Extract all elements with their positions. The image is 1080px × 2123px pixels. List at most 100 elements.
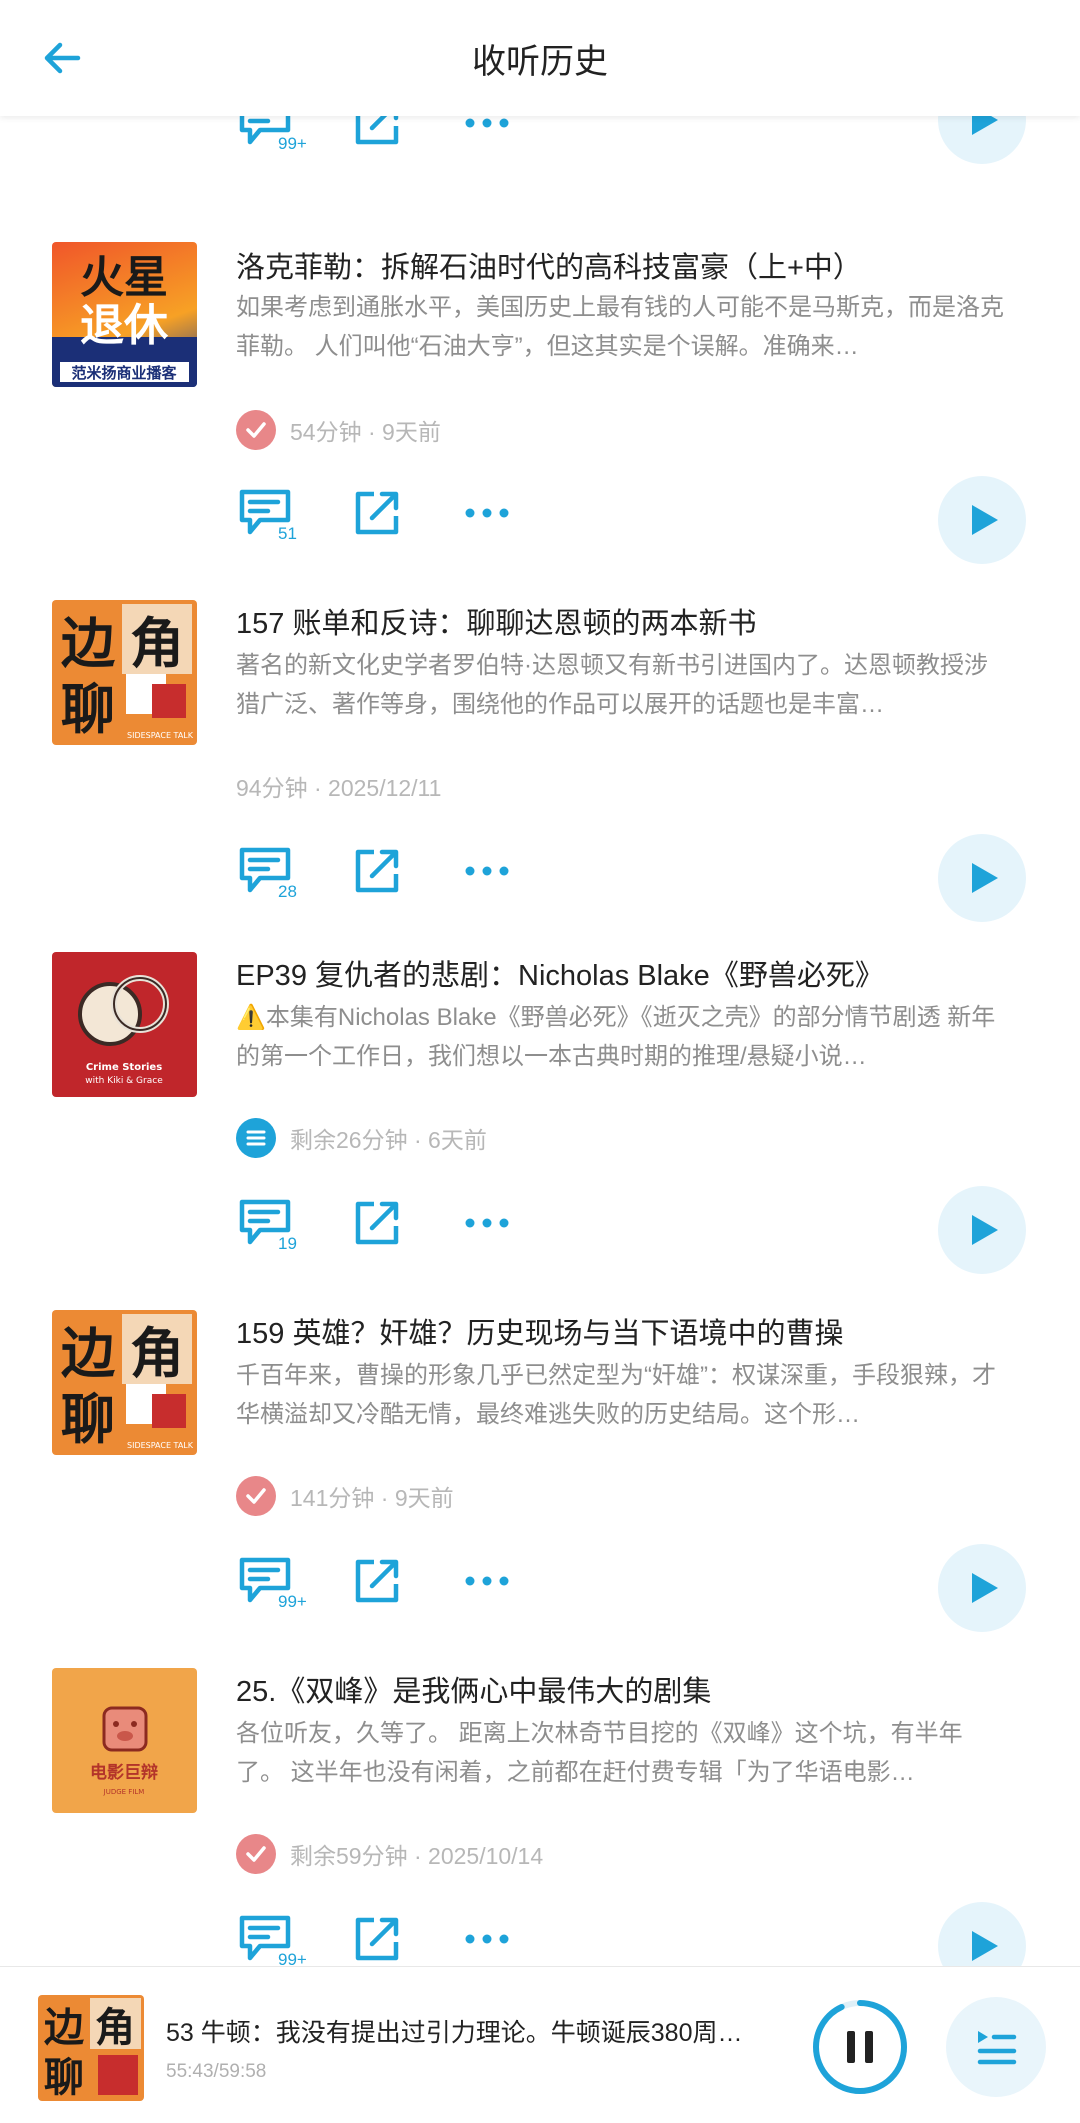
episode-title[interactable]: 洛克菲勒：拆解石油时代的高科技富豪（上+中）: [236, 244, 1036, 286]
episode-actions: 99+: [236, 1544, 1036, 1634]
comment-button[interactable]: 99+: [236, 116, 316, 166]
cover-tag: SIDESPACE TALK: [127, 1441, 194, 1450]
cover-line2: 退休: [80, 300, 169, 351]
more-icon[interactable]: [464, 1926, 510, 1952]
episode-actions: 28: [236, 834, 1036, 924]
played-check-icon: [236, 1834, 276, 1874]
episode-actions: 51: [236, 476, 1036, 566]
cover-line2: JUDGE FILM: [103, 1788, 145, 1796]
play-icon: [972, 505, 998, 535]
episode-cover: 电影巨辩 JUDGE FILM: [52, 1668, 197, 1813]
episode-description: ⚠️本集有Nicholas Blake《野兽必死》《逝灭之壳》的部分情节剧透 新…: [236, 1004, 996, 1070]
share-icon[interactable]: [352, 488, 402, 538]
more-icon[interactable]: [464, 500, 510, 526]
play-icon: [972, 863, 998, 893]
played-check-icon: [236, 1476, 276, 1516]
comment-count: 99+: [278, 1950, 307, 1966]
cover-line1: 火星: [80, 252, 168, 303]
episode-cover: 边 角 聊 SIDESPACE TALK: [52, 1310, 197, 1455]
episode-duration-date: 94分钟 · 2025/12/11: [236, 775, 442, 801]
comment-button[interactable]: 99+: [236, 1912, 316, 1966]
episode-title[interactable]: EP39 复仇者的悲剧：Nicholas Blake《野兽必死》: [236, 952, 1036, 994]
episode-cover: 火星 退休 范米扬商业播客: [52, 242, 197, 387]
mini-player[interactable]: 边 角 聊 53 牛顿：我没有提出过引力理论。牛顿诞辰380周… 55:43/5…: [0, 1966, 1080, 2123]
comment-count: 99+: [278, 1592, 307, 1611]
play-icon: [972, 1215, 998, 1245]
comment-count: 99+: [278, 134, 307, 153]
episode-meta: 54分钟 · 9天前: [236, 410, 441, 450]
episode-duration-date: 剩余59分钟 · 2025/10/14: [290, 1843, 544, 1869]
episode-title[interactable]: 157 账单和反诗：聊聊达恩顿的两本新书: [236, 600, 1036, 642]
share-icon[interactable]: [352, 846, 402, 896]
episode-meta: 剩余59分钟 · 2025/10/14: [236, 1834, 543, 1874]
play-button[interactable]: [938, 1902, 1026, 1966]
history-list[interactable]: 99+ 火星 退休 范米扬商业播客 洛克菲勒：拆解石油时代的高科技富豪（上+中）…: [0, 116, 1080, 1966]
now-playing-title[interactable]: 53 牛顿：我没有提出过引力理论。牛顿诞辰380周…: [166, 2013, 766, 2049]
episode-duration-date: 54分钟 · 9天前: [290, 419, 441, 445]
played-check-icon: [236, 410, 276, 450]
app-header: 收听历史: [0, 0, 1080, 116]
progress-ring: [813, 2000, 907, 2094]
play-icon: [972, 116, 998, 135]
episode-description: 著名的新文化史学者罗伯特·达恩顿又有新书引进国内了。达恩顿教授涉猎广泛、著作等身…: [236, 652, 988, 718]
cover-line1: 电影巨辩: [90, 1762, 158, 1783]
episode-meta: 141分钟 · 9天前: [236, 1476, 454, 1516]
episode-meta: 94分钟 · 2025/12/11: [236, 766, 441, 806]
play-button[interactable]: [938, 1544, 1026, 1632]
comment-button[interactable]: 19: [236, 1196, 316, 1266]
more-icon[interactable]: [464, 858, 510, 884]
play-button[interactable]: [938, 834, 1026, 922]
pause-icon: [847, 2031, 873, 2063]
cover-char: 边: [61, 1322, 115, 1385]
episode-actions: 99+: [236, 116, 1036, 176]
player-cover[interactable]: 边 角 聊: [38, 1995, 144, 2101]
comment-count: 19: [278, 1234, 297, 1253]
play-button[interactable]: [938, 116, 1026, 164]
cover-tag: SIDESPACE TALK: [127, 731, 194, 740]
play-icon: [972, 1931, 998, 1961]
comment-button[interactable]: 51: [236, 486, 316, 556]
episode-actions: 19: [236, 1186, 1036, 1276]
comment-count: 51: [278, 524, 297, 543]
play-button[interactable]: [938, 1186, 1026, 1274]
more-icon[interactable]: [464, 1210, 510, 1236]
cover-char: 聊: [61, 1388, 115, 1451]
comment-button[interactable]: 28: [236, 844, 316, 914]
share-icon[interactable]: [352, 1914, 402, 1964]
episode-title[interactable]: 159 英雄？奸雄？历史现场与当下语境中的曹操: [236, 1310, 1036, 1352]
episode-title[interactable]: 25.《双峰》是我俩心中最伟大的剧集: [236, 1668, 1036, 1710]
play-button[interactable]: [938, 476, 1026, 564]
episode-description: 千百年来，曹操的形象几乎已然定型为“奸雄”：权谋深重，手段狠辣，才华横溢却又冷酷…: [236, 1362, 996, 1428]
page-title: 收听历史: [472, 42, 608, 81]
cover-char: 边: [44, 2005, 85, 2051]
more-icon[interactable]: [464, 116, 510, 136]
playlist-button[interactable]: [946, 1997, 1046, 2097]
cover-char: 聊: [61, 678, 115, 741]
episode-duration-date: 141分钟 · 9天前: [290, 1485, 454, 1511]
episode-duration-date: 剩余26分钟 · 6天前: [290, 1127, 487, 1153]
cover-line2: with Kiki & Grace: [85, 1076, 163, 1086]
share-icon[interactable]: [352, 116, 402, 148]
episode-meta: 剩余26分钟 · 6天前: [236, 1118, 487, 1158]
pause-button[interactable]: [810, 1997, 910, 2097]
comment-button[interactable]: 99+: [236, 1554, 316, 1624]
cover-char: 聊: [44, 2055, 84, 2101]
episode-description: 各位听友，久等了。 距离上次林奇节目挖的《双峰》这个坑，有半年了。 这半年也没有…: [236, 1720, 963, 1786]
back-arrow-icon[interactable]: [38, 34, 86, 82]
now-playing-time: 55:43/59:58: [166, 2061, 267, 2082]
playlist-queue-icon: [977, 2031, 1017, 2065]
share-icon[interactable]: [352, 1556, 402, 1606]
episode-cover: 边 角 聊 SIDESPACE TALK: [52, 600, 197, 745]
episode-actions: 99+: [236, 1902, 1036, 1966]
share-icon[interactable]: [352, 1198, 402, 1248]
playlist-icon: [236, 1118, 276, 1158]
cover-char: 角: [95, 2005, 135, 2051]
episode-cover: Crime Stories with Kiki & Grace: [52, 952, 197, 1097]
episode-description: 如果考虑到通胀水平，美国历史上最有钱的人可能不是马斯克，而是洛克菲勒。 人们叫他…: [236, 294, 1004, 360]
cover-char: 角: [130, 1322, 184, 1385]
comment-count: 28: [278, 882, 297, 901]
play-icon: [972, 1573, 998, 1603]
cover-char: 角: [130, 612, 184, 675]
more-icon[interactable]: [464, 1568, 510, 1594]
cover-line1: Crime Stories: [86, 1062, 162, 1073]
